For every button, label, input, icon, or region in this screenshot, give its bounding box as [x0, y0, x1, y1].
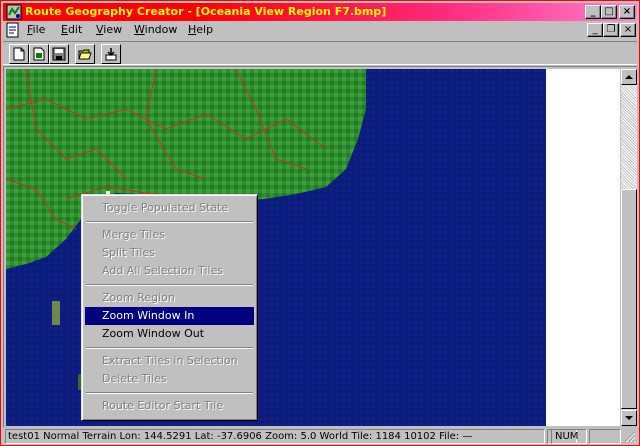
document-icon[interactable] — [5, 22, 21, 38]
floppy-disk-icon — [52, 47, 66, 61]
menu-bar: File Edit View Window Help _ ❐ × — [3, 21, 637, 39]
menu-separator — [86, 221, 253, 223]
vertical-scrollbar[interactable] — [621, 69, 637, 426]
mdi-minimize-button[interactable]: _ — [587, 23, 603, 37]
mdi-close-button[interactable]: × — [620, 23, 636, 37]
new-view-icon — [33, 47, 45, 61]
toolbar — [3, 41, 637, 65]
open-folder-icon — [78, 49, 92, 60]
context-menu: Toggle Populated State Merge Tiles Split… — [81, 194, 258, 421]
title-bar[interactable]: Route Geography Creator - [Oceania View … — [3, 3, 637, 21]
island — [52, 301, 60, 325]
menu-window[interactable]: Window — [134, 23, 177, 36]
menu-separator — [86, 347, 253, 349]
status-bar: test01 Normal Terrain Lon: 144.5291 Lat:… — [3, 429, 637, 445]
import-button[interactable] — [101, 44, 121, 64]
maximize-button[interactable]: □ — [601, 5, 617, 19]
mdi-restore-button[interactable]: ❐ — [603, 23, 619, 37]
menu-file[interactable]: File — [27, 23, 45, 36]
menu-item-zoom-region[interactable]: Zoom Region — [85, 289, 254, 307]
menu-item-toggle-populated-state[interactable]: Toggle Populated State — [85, 199, 254, 217]
new-document-button[interactable] — [9, 44, 29, 64]
close-button[interactable]: × — [619, 5, 635, 19]
window-title: Route Geography Creator - [Oceania View … — [25, 5, 387, 18]
scroll-down-button[interactable] — [621, 410, 637, 426]
menu-item-split-tiles[interactable]: Split Tiles — [85, 244, 254, 262]
menu-item-add-all-selection-tiles[interactable]: Add All Selection Tiles — [85, 262, 254, 280]
menu-view[interactable]: View — [96, 23, 122, 36]
new-document-icon — [13, 47, 25, 61]
menu-separator — [86, 392, 253, 394]
menu-item-merge-tiles[interactable]: Merge Tiles — [85, 226, 254, 244]
app-window: Route Geography Creator - [Oceania View … — [0, 0, 640, 446]
menu-item-delete-tiles[interactable]: Delete Tiles — [85, 370, 254, 388]
menu-separator — [86, 284, 253, 286]
arrow-up-icon — [625, 75, 633, 79]
resize-grip-icon[interactable] — [623, 430, 636, 443]
status-text: test01 Normal Terrain Lon: 144.5291 Lat:… — [5, 429, 545, 444]
menu-item-route-editor-start-tile[interactable]: Route Editor Start Tile — [85, 397, 254, 415]
app-icon[interactable] — [6, 4, 22, 20]
menu-help[interactable]: Help — [188, 23, 213, 36]
import-arrow-icon — [105, 48, 117, 61]
new-view-button[interactable] — [29, 44, 49, 64]
status-panel-empty — [589, 429, 621, 444]
side-pane — [546, 69, 620, 426]
menu-item-extract-tiles-in-selection[interactable]: Extract Tiles in Selection — [85, 352, 254, 370]
minimize-button[interactable]: _ — [585, 5, 601, 19]
menu-item-zoom-window-in[interactable]: Zoom Window In — [85, 307, 254, 325]
open-button[interactable] — [75, 44, 95, 64]
scroll-thumb[interactable] — [621, 189, 637, 409]
menu-item-zoom-window-out[interactable]: Zoom Window Out — [85, 325, 254, 343]
save-button[interactable] — [49, 44, 69, 64]
scroll-up-button[interactable] — [621, 69, 637, 85]
arrow-down-icon — [625, 416, 633, 420]
status-num-indicator: NUM — [551, 429, 587, 444]
menu-edit[interactable]: Edit — [61, 23, 82, 36]
